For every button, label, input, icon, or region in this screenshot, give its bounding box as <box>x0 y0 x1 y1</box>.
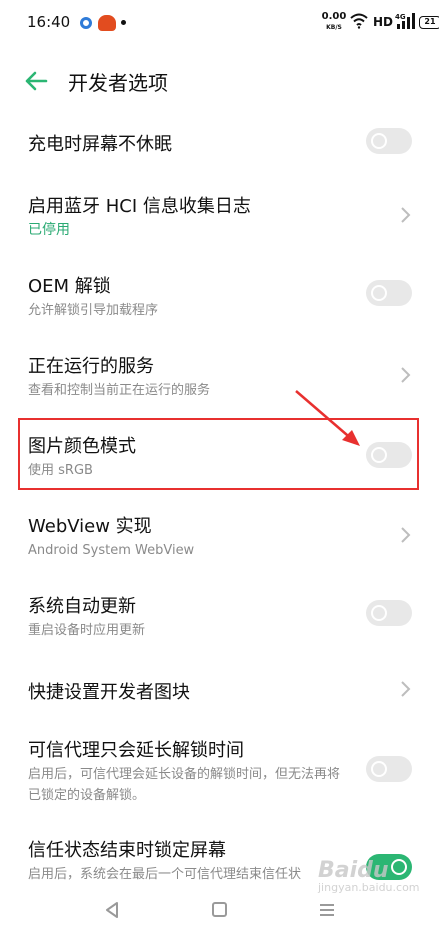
baidu-watermark: Baidu jingyan.baidu.com <box>318 858 428 918</box>
more-notifications-icon <box>121 20 126 25</box>
toggle-knob <box>371 285 387 301</box>
watermark-logo: Baidu <box>318 858 389 883</box>
svg-text:4G: 4G <box>395 13 406 21</box>
notification-app-icon-2 <box>98 15 116 31</box>
page-title: 开发者选项 <box>68 71 168 95</box>
annotation-arrow-icon <box>295 390 360 446</box>
app-bar: 开发者选项 <box>0 48 439 114</box>
setting-title: WebView 实现 <box>28 516 152 537</box>
toggle-knob <box>371 761 387 777</box>
status-bar: 16:40 0.00 KB/S HD 4G 21 <box>0 0 439 48</box>
setting-row-oem-unlock[interactable]: OEM 解锁 允许解锁引导加载程序 <box>0 264 439 326</box>
notification-app-icon <box>80 17 92 29</box>
toggle-knob <box>371 605 387 621</box>
setting-row-webview-implementation[interactable]: WebView 实现 Android System WebView <box>0 504 439 566</box>
chevron-right-icon <box>401 527 411 543</box>
setting-title: 信任状态结束时锁定屏幕 <box>28 840 226 861</box>
network-speed-unit: KB/S <box>326 24 342 31</box>
setting-title: 启用蓝牙 HCI 信息收集日志 <box>28 196 251 217</box>
setting-row-trust-agents-extend-unlock[interactable]: 可信代理只会延长解锁时间 启用后，可信代理会延长设备的解锁时间，但无法再将已锁定… <box>0 732 439 816</box>
setting-row-auto-system-update[interactable]: 系统自动更新 重启设备时应用更新 <box>0 584 439 646</box>
setting-title: 快捷设置开发者图块 <box>28 682 190 703</box>
wifi-icon <box>350 13 368 29</box>
setting-row-quick-settings-tiles[interactable]: 快捷设置开发者图块 <box>0 670 439 726</box>
nav-home-icon[interactable] <box>212 902 227 917</box>
arrow-left-icon[interactable] <box>22 67 50 95</box>
network-speed-value: 0.00 <box>321 11 347 22</box>
setting-row-running-services[interactable]: 正在运行的服务 查看和控制当前正在运行的服务 <box>0 344 439 406</box>
status-time: 16:40 <box>27 13 71 31</box>
screen: 16:40 0.00 KB/S HD 4G 21 开发者选项 充电时屏幕不休眠 … <box>0 0 439 931</box>
setting-subtitle: 已停用 <box>28 222 70 238</box>
network-speed: 0.00 KB/S <box>321 12 347 32</box>
setting-subtitle: Android System WebView <box>28 543 195 558</box>
setting-title: 正在运行的服务 <box>28 356 154 377</box>
chevron-right-icon <box>401 207 411 223</box>
keep-awake-toggle[interactable] <box>366 128 412 154</box>
nav-back-icon[interactable] <box>104 901 120 919</box>
watermark-url: jingyan.baidu.com <box>318 881 420 894</box>
battery-icon: 21 <box>419 16 439 29</box>
auto-system-update-toggle[interactable] <box>366 600 412 626</box>
chevron-right-icon <box>401 367 411 383</box>
signal-icon: 4G <box>395 13 415 29</box>
chevron-right-icon <box>401 681 411 697</box>
toggle-knob <box>371 133 387 149</box>
setting-title: 可信代理只会延长解锁时间 <box>28 740 244 761</box>
setting-row-keep-awake[interactable]: 充电时屏幕不休眠 <box>0 114 439 170</box>
setting-subtitle: 重启设备时应用更新 <box>28 623 146 638</box>
oem-unlock-toggle[interactable] <box>366 280 412 306</box>
setting-subtitle: 启用后，可信代理会延长设备的解锁时间，但无法再将已锁定的设备解锁。 <box>28 767 341 803</box>
setting-subtitle: 允许解锁引导加载程序 <box>28 303 159 318</box>
trust-agents-extend-unlock-toggle[interactable] <box>366 756 412 782</box>
setting-title: 系统自动更新 <box>28 596 136 617</box>
setting-title: OEM 解锁 <box>28 276 111 297</box>
setting-title: 充电时屏幕不休眠 <box>28 134 172 155</box>
setting-row-bluetooth-hci-log[interactable]: 启用蓝牙 HCI 信息收集日志 已停用 <box>0 184 439 246</box>
setting-subtitle: 查看和控制当前正在运行的服务 <box>28 383 211 398</box>
hd-indicator: HD <box>373 15 394 29</box>
setting-subtitle: 启用后，系统会在最后一个可信代理结束信任状 <box>28 867 302 882</box>
